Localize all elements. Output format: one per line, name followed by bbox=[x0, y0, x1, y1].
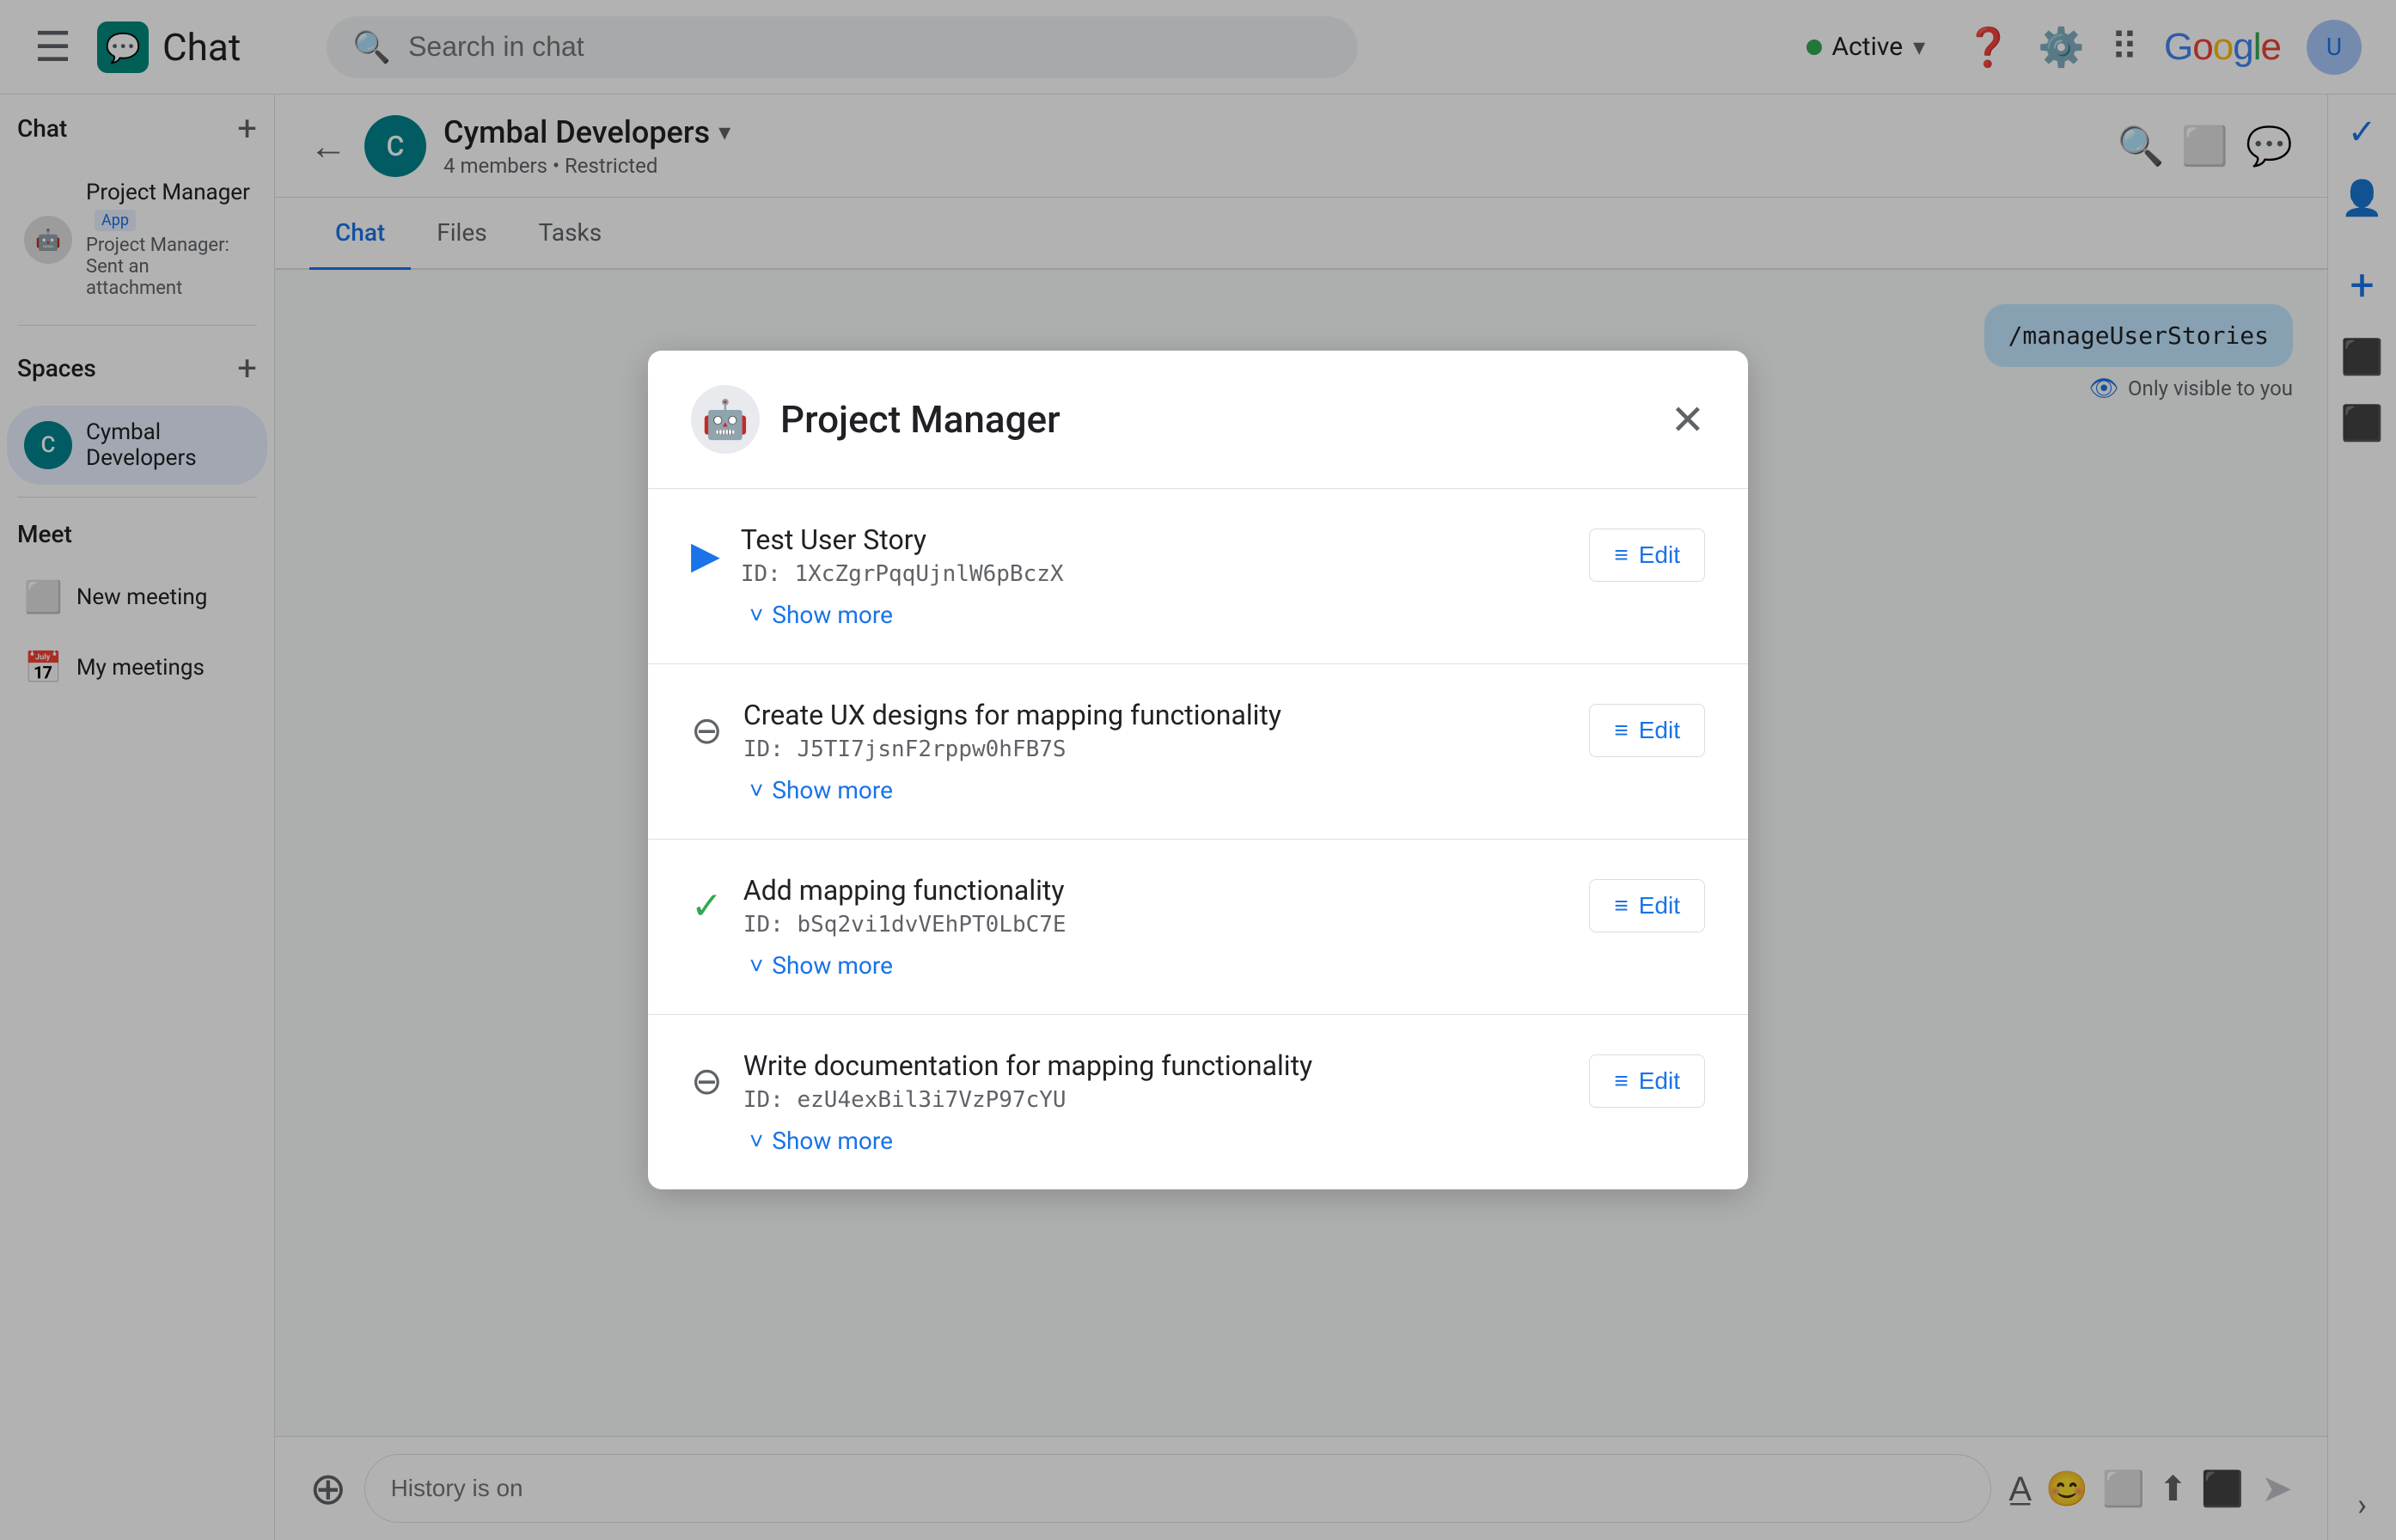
modal-header: 🤖 Project Manager ✕ bbox=[648, 351, 1748, 489]
show-more-chevron-2: ˅ bbox=[749, 951, 763, 980]
edit-button-2[interactable]: ≡ Edit bbox=[1589, 879, 1705, 932]
task-item-1: ⊖ Create UX designs for mapping function… bbox=[648, 664, 1748, 840]
task-status-icon-0: ▶ bbox=[691, 533, 720, 578]
task-info-2: Add mapping functionality ID: bSq2vi1dvV… bbox=[743, 874, 1590, 938]
task-title-1: Create UX designs for mapping functional… bbox=[743, 699, 1590, 731]
show-more-chevron-0: ˅ bbox=[749, 601, 763, 629]
show-more-chevron-3: ˅ bbox=[749, 1127, 763, 1155]
task-row-0: ▶ Test User Story ID: 1XcZgrPqqUjnlW6pBc… bbox=[691, 523, 1705, 587]
task-title-0: Test User Story bbox=[741, 523, 1590, 556]
task-status-icon-1: ⊖ bbox=[691, 708, 723, 753]
modal-overlay[interactable]: 🤖 Project Manager ✕ ▶ Test User Story ID… bbox=[0, 0, 2396, 1540]
show-more-chevron-1: ˅ bbox=[749, 776, 763, 804]
task-left-3: ⊖ Write documentation for mapping functi… bbox=[691, 1049, 1589, 1113]
task-left-2: ✓ Add mapping functionality ID: bSq2vi1d… bbox=[691, 874, 1589, 938]
task-item-0: ▶ Test User Story ID: 1XcZgrPqqUjnlW6pBc… bbox=[648, 489, 1748, 664]
task-id-1: ID: J5TI7jsnF2rppw0hFB7S bbox=[743, 736, 1590, 762]
edit-button-0[interactable]: ≡ Edit bbox=[1589, 529, 1705, 582]
task-row-2: ✓ Add mapping functionality ID: bSq2vi1d… bbox=[691, 874, 1705, 938]
edit-icon-1: ≡ bbox=[1614, 717, 1628, 744]
task-list: ▶ Test User Story ID: 1XcZgrPqqUjnlW6pBc… bbox=[648, 489, 1748, 1189]
modal-robot-icon: 🤖 bbox=[691, 385, 760, 454]
edit-icon-0: ≡ bbox=[1614, 541, 1628, 569]
task-info-1: Create UX designs for mapping functional… bbox=[743, 699, 1590, 762]
task-status-icon-3: ⊖ bbox=[691, 1059, 723, 1103]
edit-icon-2: ≡ bbox=[1614, 892, 1628, 920]
task-id-2: ID: bSq2vi1dvVEhPT0LbC7E bbox=[743, 912, 1590, 938]
modal-title: Project Manager bbox=[780, 397, 1671, 442]
modal: 🤖 Project Manager ✕ ▶ Test User Story ID… bbox=[648, 351, 1748, 1189]
task-row-1: ⊖ Create UX designs for mapping function… bbox=[691, 699, 1705, 762]
modal-close-button[interactable]: ✕ bbox=[1671, 395, 1705, 444]
task-left-0: ▶ Test User Story ID: 1XcZgrPqqUjnlW6pBc… bbox=[691, 523, 1589, 587]
task-info-3: Write documentation for mapping function… bbox=[743, 1049, 1590, 1113]
task-id-3: ID: ezU4exBil3i7VzP97cYU bbox=[743, 1087, 1590, 1113]
task-info-0: Test User Story ID: 1XcZgrPqqUjnlW6pBczX bbox=[741, 523, 1590, 587]
task-item-2: ✓ Add mapping functionality ID: bSq2vi1d… bbox=[648, 840, 1748, 1015]
edit-button-3[interactable]: ≡ Edit bbox=[1589, 1054, 1705, 1108]
task-item-3: ⊖ Write documentation for mapping functi… bbox=[648, 1015, 1748, 1189]
task-left-1: ⊖ Create UX designs for mapping function… bbox=[691, 699, 1589, 762]
edit-button-1[interactable]: ≡ Edit bbox=[1589, 704, 1705, 757]
edit-icon-3: ≡ bbox=[1614, 1067, 1628, 1095]
task-row-3: ⊖ Write documentation for mapping functi… bbox=[691, 1049, 1705, 1113]
task-status-icon-2: ✓ bbox=[691, 883, 723, 928]
task-id-0: ID: 1XcZgrPqqUjnlW6pBczX bbox=[741, 561, 1590, 587]
task-title-3: Write documentation for mapping function… bbox=[743, 1049, 1590, 1082]
show-more-3[interactable]: ˅ Show more bbox=[691, 1127, 1705, 1155]
show-more-0[interactable]: ˅ Show more bbox=[691, 601, 1705, 629]
show-more-2[interactable]: ˅ Show more bbox=[691, 951, 1705, 980]
task-title-2: Add mapping functionality bbox=[743, 874, 1590, 907]
show-more-1[interactable]: ˅ Show more bbox=[691, 776, 1705, 804]
